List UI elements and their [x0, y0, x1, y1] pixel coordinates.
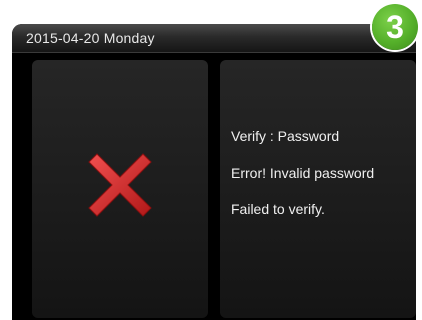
error-x-icon — [88, 153, 152, 217]
device-screen: 2015-04-20 Monday Verify : Password Erro… — [12, 24, 416, 320]
date-label: 2015-04-20 Monday — [26, 30, 155, 46]
verify-mode-text: Verify : Password — [231, 128, 340, 144]
error-text: Error! Invalid password — [231, 165, 375, 181]
failed-text: Failed to verify. — [231, 201, 325, 217]
step-number: 3 — [386, 9, 404, 45]
step-badge: 3 — [372, 4, 418, 50]
message-panel: Verify : Password Error! Invalid passwor… — [220, 60, 416, 318]
result-icon-panel — [32, 60, 208, 318]
status-bar: 2015-04-20 Monday — [12, 24, 416, 53]
